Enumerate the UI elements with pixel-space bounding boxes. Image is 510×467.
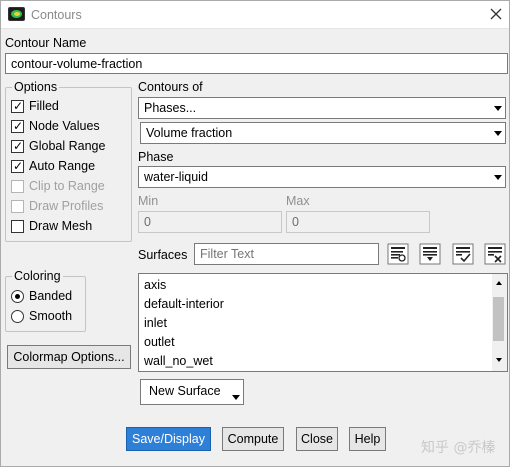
select-surfaces-icon[interactable] (387, 243, 409, 265)
node-values-label: Node Values (29, 119, 100, 133)
list-item[interactable]: outlet (144, 335, 175, 354)
help-button[interactable]: Help (349, 427, 386, 451)
phase-select[interactable]: water-liquid (138, 166, 506, 188)
max-label: Max (286, 194, 310, 208)
phase-value: water-liquid (144, 170, 208, 184)
window-title: Contours (31, 8, 82, 22)
list-item[interactable]: wall_no_wet (144, 354, 213, 371)
title-bar: Contours (1, 1, 509, 29)
surfaces-label: Surfaces (138, 248, 188, 262)
list-item[interactable]: inlet (144, 316, 167, 335)
options-group-title: Options (12, 80, 60, 94)
fluent-app-icon (8, 7, 25, 21)
list-dropdown-icon[interactable] (419, 243, 441, 265)
scroll-down-icon[interactable] (496, 358, 502, 362)
close-icon[interactable] (487, 5, 505, 23)
global-range-label: Global Range (29, 139, 106, 153)
surfaces-list[interactable]: axis default-interior inlet outlet wall_… (138, 273, 508, 372)
smooth-label: Smooth (29, 309, 73, 323)
min-label: Min (138, 194, 159, 208)
banded-label: Banded (29, 289, 73, 303)
phase-label: Phase (138, 150, 174, 164)
contours-of-quantity-select[interactable]: Volume fraction (140, 122, 506, 144)
contours-of-variable-select[interactable]: Phases... (138, 97, 506, 119)
scrollbar-thumb[interactable] (493, 297, 504, 341)
contours-of-quantity-value: Volume fraction (146, 126, 233, 140)
list-item[interactable]: axis (144, 278, 166, 297)
draw-profiles-label: Draw Profiles (29, 199, 104, 213)
contour-name-label: Contour Name (5, 36, 87, 50)
contours-of-variable-value: Phases... (144, 101, 197, 115)
chevron-down-icon (494, 106, 502, 111)
chevron-down-icon (494, 131, 502, 136)
chevron-down-icon (494, 175, 502, 180)
draw-mesh-label: Draw Mesh (29, 219, 93, 233)
contours-dialog: Contours Contour Name contour-volume-fra… (0, 0, 510, 467)
compute-button[interactable]: Compute (222, 427, 284, 451)
list-item[interactable]: default-interior (144, 297, 224, 316)
clip-to-range-label: Clip to Range (29, 179, 105, 193)
save-display-button[interactable]: Save/Display (126, 427, 211, 451)
select-all-icon[interactable] (452, 243, 474, 265)
scroll-up-icon[interactable] (496, 281, 502, 285)
max-input[interactable]: 0 (286, 211, 430, 233)
watermark: 知乎 @乔榛 (421, 440, 496, 456)
new-surface-label: New Surface (149, 384, 221, 398)
chevron-down-icon (232, 395, 240, 400)
colormap-options-button[interactable]: Colormap Options... (7, 345, 131, 369)
coloring-group-title: Coloring (12, 269, 63, 283)
close-button[interactable]: Close (296, 427, 338, 451)
min-input[interactable]: 0 (138, 211, 282, 233)
filled-label: Filled (29, 99, 59, 113)
surfaces-filter-input[interactable] (194, 243, 379, 265)
new-surface-button[interactable]: New Surface (140, 379, 244, 405)
auto-range-label: Auto Range (29, 159, 96, 173)
deselect-all-icon[interactable] (484, 243, 506, 265)
contours-of-label: Contours of (138, 80, 203, 94)
contour-name-input[interactable]: contour-volume-fraction (5, 53, 508, 74)
coloring-group (5, 276, 86, 332)
surfaces-scrollbar[interactable] (492, 274, 507, 371)
